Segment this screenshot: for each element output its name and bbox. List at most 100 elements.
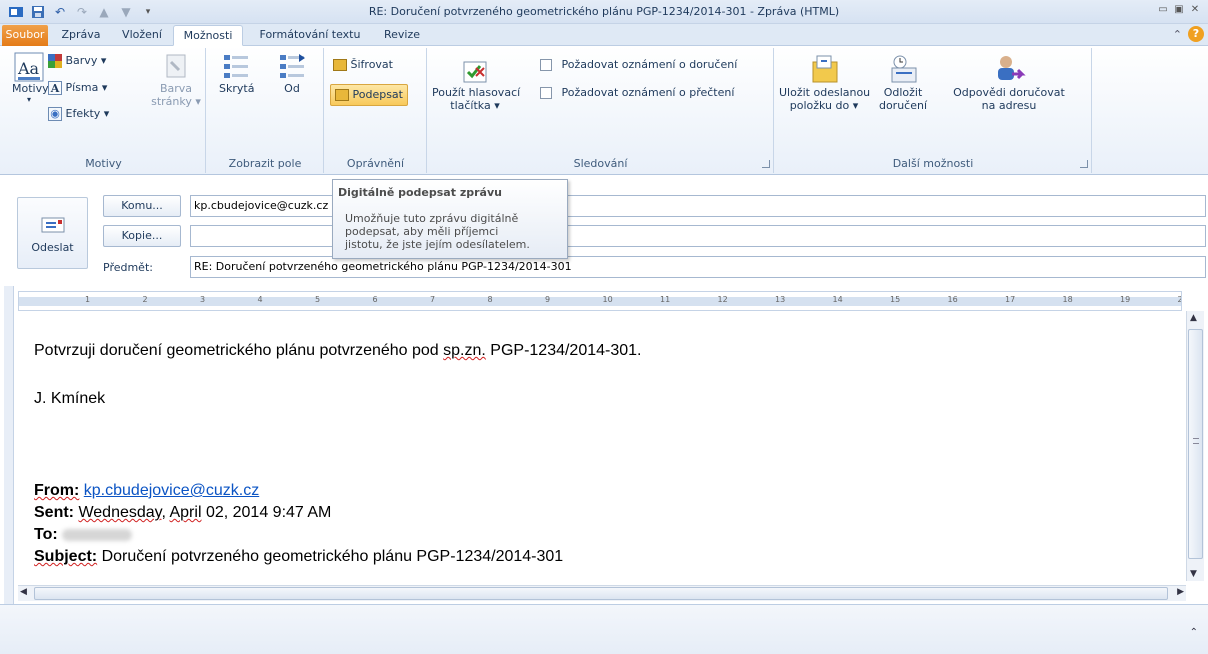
from-field-icon <box>280 54 305 78</box>
group-zobrazit-pole: Skrytá Od Zobrazit pole <box>207 48 324 173</box>
podepsat-button[interactable]: Podepsat <box>330 84 408 106</box>
skryta-kopie-button[interactable]: Skrytá <box>219 52 254 95</box>
ribbon-tabs: Soubor Zpráva Vložení Možnosti Formátová… <box>0 24 1208 46</box>
window-title: RE: Doručení potvrzeného geometrického p… <box>368 5 840 18</box>
ulozit-odeslanou-button[interactable]: Uložit odeslanou položku do ▾ <box>779 52 870 112</box>
colors-icon <box>48 54 62 68</box>
group-sledovani: Použít hlasovací tlačítka ▾ Požadovat oz… <box>428 48 774 173</box>
group-label-sledovani: Sledování <box>573 157 628 170</box>
ruler-number: 19 <box>1120 295 1131 304</box>
people-pane-bar: ⌃ <box>0 604 1208 654</box>
cc-button[interactable]: Kopie... <box>103 225 181 247</box>
horizontal-ruler: 1234567891011121314151617181920 <box>18 291 1182 311</box>
ribbon: Aa Motivy ▾ Barvy ▾ A Písma ▾ ◉ Efekty ▾… <box>0 46 1208 175</box>
close-icon[interactable]: ✕ <box>1188 3 1202 17</box>
hlasovaci-tlacitka-button[interactable]: Použít hlasovací tlačítka ▾ <box>432 52 520 112</box>
ruler-number: 11 <box>660 295 671 304</box>
ruler-number: 9 <box>545 295 551 304</box>
tab-revize[interactable]: Revize <box>376 25 428 46</box>
themes-icon: Aa <box>14 52 44 82</box>
dialog-launcher-icon[interactable] <box>762 160 770 168</box>
svg-text:Aa: Aa <box>17 59 40 78</box>
tab-vlozeni[interactable]: Vložení <box>114 25 170 46</box>
group-motivy: Aa Motivy ▾ Barvy ▾ A Písma ▾ ◉ Efekty ▾… <box>2 48 206 173</box>
body-signature: J. Kmínek <box>34 390 106 407</box>
odpovedi-dorucovat-button[interactable]: Odpovědi doručovat na adresu <box>939 52 1079 112</box>
efekty-button[interactable]: ◉ Efekty ▾ <box>48 107 109 121</box>
barvy-button[interactable]: Barvy ▾ <box>48 54 106 68</box>
subject-label: Předmět: <box>103 261 153 274</box>
scroll-thumb[interactable] <box>1188 329 1203 559</box>
oznameni-doruceni-checkbox[interactable]: Požadovat oznámení o doručení <box>540 58 737 71</box>
scroll-left-arrow-icon[interactable]: ◀ <box>20 587 27 597</box>
quoted-subject-line: Subject: Doručení potvrzeného geometrick… <box>34 548 564 565</box>
checkbox-icon <box>540 59 552 71</box>
vertical-scrollbar[interactable]: ▲ ▼ <box>1186 311 1204 581</box>
fonts-icon: A <box>48 81 62 95</box>
ruler-number: 20 <box>1178 295 1182 304</box>
ruler-number: 17 <box>1005 295 1016 304</box>
ruler-number: 2 <box>142 295 148 304</box>
expand-people-pane-icon[interactable]: ⌃ <box>1190 627 1198 638</box>
maximize-icon[interactable]: ▣ <box>1172 3 1186 17</box>
scroll-up-arrow-icon[interactable]: ▲ <box>1190 313 1197 323</box>
minimize-ribbon-icon[interactable]: ⌃ <box>1173 28 1182 41</box>
to-button[interactable]: Komu... <box>103 195 181 217</box>
ruler-number: 1 <box>85 295 91 304</box>
horizontal-scrollbar[interactable]: ◀ ▶ <box>18 585 1186 601</box>
minimize-icon[interactable]: ▭ <box>1156 3 1170 17</box>
redacted-recipient <box>62 528 133 541</box>
title-bar: ↶ ↷ ▲ ▼ ▾ RE: Doručení potvrzeného geome… <box>0 0 1208 24</box>
ruler-number: 8 <box>487 295 493 304</box>
ruler-number: 12 <box>717 295 728 304</box>
ruler-number: 6 <box>372 295 378 304</box>
ruler-number: 18 <box>1062 295 1073 304</box>
body-line-confirmation: Potvrzuji doručení geometrického plánu p… <box>34 342 642 359</box>
tab-formatovani-textu[interactable]: Formátování textu <box>250 25 370 46</box>
group-label-motivy: Motivy <box>85 157 122 170</box>
tab-zprava[interactable]: Zpráva <box>56 25 106 46</box>
group-label-zobrazit-pole: Zobrazit pole <box>228 157 302 170</box>
group-opravneni: Šifrovat Podepsat Oprávnění <box>325 48 427 173</box>
save-sent-item-icon <box>812 55 838 83</box>
subject-field[interactable]: RE: Doručení potvrzeného geometrického p… <box>190 256 1206 278</box>
ruler-number: 13 <box>775 295 786 304</box>
quoted-to-line: To: <box>34 526 133 544</box>
ruler-number: 14 <box>832 295 843 304</box>
tab-moznosti[interactable]: Možnosti <box>173 25 243 46</box>
od-button[interactable]: Od <box>275 52 309 95</box>
ruler-number: 3 <box>200 295 206 304</box>
scroll-thumb[interactable] <box>34 587 1168 600</box>
tab-soubor[interactable]: Soubor <box>2 25 48 46</box>
direct-replies-icon <box>998 56 1026 80</box>
delay-delivery-icon <box>891 55 917 83</box>
group-label-opravneni: Oprávnění <box>346 157 405 170</box>
ruler-number: 15 <box>890 295 901 304</box>
dropdown-arrow-icon: ▾ <box>26 95 31 104</box>
scroll-right-arrow-icon[interactable]: ▶ <box>1177 587 1184 597</box>
scroll-down-arrow-icon[interactable]: ▼ <box>1190 569 1197 579</box>
dialog-launcher-icon[interactable] <box>1080 160 1088 168</box>
send-button[interactable]: Odeslat <box>17 197 88 269</box>
vertical-ruler <box>4 286 14 604</box>
from-email-link[interactable]: kp.cbudejovice@cuzk.cz <box>84 482 259 499</box>
tooltip-title: Digitálně podepsat zprávu <box>338 186 502 199</box>
barva-stranky-button[interactable]: Barva stránky ▾ <box>150 52 202 108</box>
oznameni-precteni-checkbox[interactable]: Požadovat oznámení o přečtení <box>540 86 734 99</box>
page-color-icon <box>166 54 186 78</box>
ruler-number: 4 <box>257 295 263 304</box>
checkbox-icon <box>540 87 552 99</box>
group-dalsi-moznosti: Uložit odeslanou položku do ▾ Odložit do… <box>775 48 1092 173</box>
message-header: Odeslat Komu... kp.cbudejovice@cuzk.cz K… <box>0 176 1208 286</box>
sifrovat-button[interactable]: Šifrovat <box>333 58 393 71</box>
encrypt-icon <box>333 59 347 71</box>
motivy-button[interactable]: Aa Motivy ▾ <box>12 52 49 104</box>
odlozit-doruceni-button[interactable]: Odložit doručení <box>873 52 933 112</box>
group-label-dalsi-moznosti: Další možnosti <box>892 157 974 170</box>
sign-icon <box>335 89 349 101</box>
pisma-button[interactable]: A Písma ▾ <box>48 81 107 95</box>
help-icon[interactable]: ? <box>1188 26 1204 42</box>
bcc-field-icon <box>224 55 248 78</box>
message-body[interactable]: Potvrzuji doručení geometrického plánu p… <box>18 311 1182 585</box>
podepsat-tooltip: Digitálně podepsat zprávu Umožňuje tuto … <box>332 179 568 259</box>
